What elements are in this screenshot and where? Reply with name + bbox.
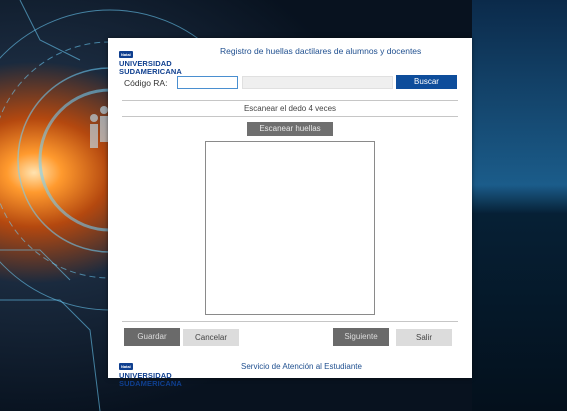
footer-service-text: Servicio de Atención al Estudiante bbox=[241, 362, 362, 371]
scan-instruction: Escanear el dedo 4 veces bbox=[243, 104, 337, 113]
search-button[interactable]: Buscar bbox=[396, 75, 457, 89]
logo-line-2: SUDAMERICANA bbox=[119, 66, 182, 76]
ra-code-input[interactable] bbox=[177, 76, 238, 89]
save-button[interactable]: Guardar bbox=[124, 328, 180, 346]
student-name-field bbox=[242, 76, 393, 89]
fingerprint-preview-box bbox=[205, 141, 375, 315]
footer-logo-line-2: SUDAMERICANA bbox=[119, 378, 182, 388]
dialog-title: Registro de huellas dactilares de alumno… bbox=[220, 46, 422, 56]
logo-badge: Natal bbox=[119, 51, 133, 58]
ra-code-label: Código RA: bbox=[124, 78, 168, 88]
divider-middle bbox=[122, 116, 458, 117]
cancel-button[interactable]: Cancelar bbox=[183, 329, 239, 346]
divider-bottom bbox=[122, 321, 458, 322]
footer-university-logo: Natal UNIVERSIDAD SUDAMERICANA bbox=[119, 353, 182, 388]
fingerprint-registration-dialog: Natal UNIVERSIDAD SUDAMERICANA Registro … bbox=[108, 38, 472, 387]
next-button[interactable]: Siguiente bbox=[333, 328, 389, 346]
footer-logo-badge: Natal bbox=[119, 363, 133, 370]
divider-top bbox=[122, 100, 458, 101]
exit-button[interactable]: Salir bbox=[396, 329, 452, 346]
scan-fingerprints-button[interactable]: Escanear huellas bbox=[247, 122, 333, 136]
university-logo: Natal UNIVERSIDAD SUDAMERICANA bbox=[119, 41, 182, 76]
